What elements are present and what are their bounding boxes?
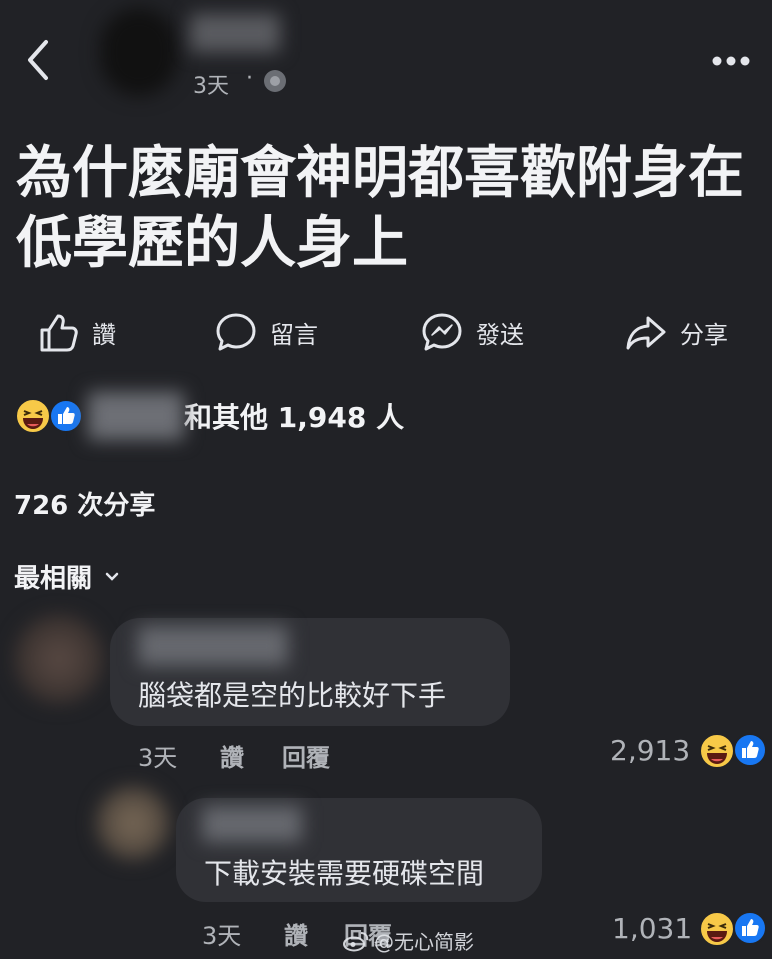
comment-bubble-icon [214, 310, 258, 354]
post-time: 3天 [193, 74, 229, 99]
share-count[interactable]: 726 次分享 [14, 485, 155, 522]
comment-text: 腦袋都是空的比較好下手 [138, 679, 447, 712]
like-reaction-icon [732, 910, 768, 948]
like-reaction-icon [48, 398, 84, 434]
watermark: @无心简影 [342, 926, 474, 955]
haha-reaction-icon [698, 732, 736, 770]
watermark-text: @无心简影 [374, 930, 474, 954]
author-name[interactable] [190, 14, 280, 52]
reactor-names-blurred [88, 392, 184, 440]
comment-like-button[interactable]: 讚 [220, 738, 244, 773]
reactions-summary[interactable]: 和其他 1,948 人 [14, 392, 404, 440]
comment-reply-button[interactable]: 回覆 [282, 738, 330, 773]
post-title-line-1: 為什麼廟會神明都喜歡附身在 [16, 141, 744, 206]
like-action-label: 讚 [92, 320, 116, 349]
more-icon [712, 56, 750, 66]
send-action-label: 發送 [476, 320, 524, 349]
post-title-line-2: 低學歷的人身上 [16, 211, 408, 276]
haha-reaction-icon [698, 910, 736, 948]
comment-avatar[interactable] [14, 614, 104, 704]
reply-reaction-count[interactable]: 1,031 [612, 912, 692, 945]
reply-author-blurred[interactable] [202, 806, 302, 842]
time-separator: · [246, 66, 253, 91]
comment-sort-label: 最相關 [14, 564, 93, 594]
back-button[interactable] [22, 38, 56, 82]
like-reaction-icon [732, 732, 768, 770]
comment-action[interactable]: 留言 [214, 310, 318, 354]
weibo-logo-icon [342, 930, 370, 952]
reaction-names: 和其他 1,948 人 [184, 401, 405, 434]
comment-reaction-count[interactable]: 2,913 [610, 734, 690, 767]
like-action[interactable]: 讚 [36, 310, 116, 354]
more-button[interactable] [710, 54, 752, 68]
thumbs-up-icon [36, 310, 80, 354]
share-action[interactable]: 分享 [624, 310, 728, 354]
reply-text: 下載安裝需要硬碟空間 [204, 857, 485, 890]
reply-reaction-icons [698, 910, 768, 948]
send-action[interactable]: 發送 [420, 310, 524, 354]
haha-reaction-icon [14, 397, 52, 435]
chevron-down-icon [104, 571, 120, 583]
share-arrow-icon [624, 310, 668, 354]
comment-action-label: 留言 [270, 320, 318, 349]
messenger-icon [420, 310, 464, 354]
comment-time: 3天 [138, 744, 178, 772]
comment-sort-dropdown[interactable]: 最相關 [14, 558, 120, 595]
share-action-label: 分享 [680, 320, 728, 349]
reply-time: 3天 [202, 922, 242, 950]
comment-reaction-icons [698, 732, 768, 770]
reply-like-button[interactable]: 讚 [284, 916, 308, 951]
reply-avatar[interactable] [96, 786, 170, 860]
comment-author-blurred[interactable] [138, 626, 288, 666]
globe-icon [262, 68, 288, 94]
author-avatar[interactable] [100, 8, 178, 96]
chevron-left-icon [28, 40, 48, 80]
